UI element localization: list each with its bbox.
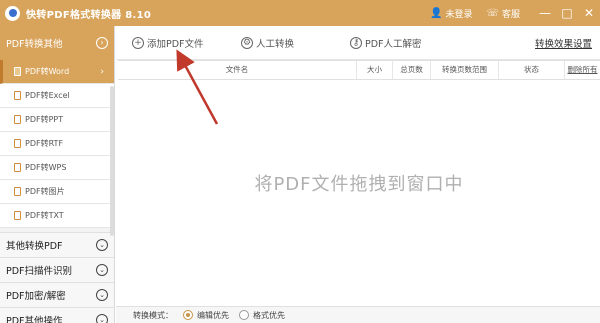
- format-priority-radio[interactable]: [239, 310, 249, 320]
- sidebar-item-label: PDF转TXT: [25, 211, 64, 220]
- conversion-mode-label: 转换模式：: [133, 310, 173, 320]
- sidebar-category-pdf-to-other[interactable]: PDF转换其他 ›: [0, 26, 114, 60]
- sidebar-category-other-operations[interactable]: PDF其他操作 ⌄: [0, 307, 114, 323]
- column-page-range[interactable]: 转换页数范围: [430, 61, 498, 79]
- chevron-down-icon: ⌄: [96, 289, 108, 301]
- chevron-right-icon: ›: [100, 66, 104, 77]
- sidebar-category-encrypt-decrypt[interactable]: PDF加密/解密 ⌄: [0, 282, 114, 307]
- sidebar-item-pdf-to-excel[interactable]: PDF转Excel: [0, 84, 114, 108]
- sidebar-item-label: PDF转WPS: [25, 163, 67, 172]
- edit-priority-radio[interactable]: [183, 310, 193, 320]
- sidebar-item-pdf-to-rtf[interactable]: PDF转RTF: [0, 132, 114, 156]
- sidebar-category-other-to-pdf[interactable]: 其他转换PDF ⌄: [0, 232, 114, 257]
- conversion-mode-bar: 转换模式： 编辑优先 格式优先: [116, 306, 600, 323]
- column-status[interactable]: 状态: [498, 61, 564, 79]
- file-icon: [14, 139, 21, 148]
- drop-zone-hint: 将PDF文件拖拽到窗口中: [254, 174, 464, 195]
- delete-all-link[interactable]: 删除所有: [564, 61, 600, 79]
- maximize-button[interactable]: □: [556, 6, 578, 20]
- file-table-header: 文件名 大小 总页数 转换页数范围 状态 删除所有: [118, 60, 600, 80]
- file-icon: [14, 67, 21, 76]
- manual-convert-button[interactable]: ⚙ 人工转换: [241, 36, 294, 50]
- chevron-down-icon: ⌄: [96, 239, 108, 251]
- manual-decrypt-label: PDF人工解密: [365, 39, 422, 50]
- add-pdf-file-label: 添加PDF文件: [147, 39, 204, 50]
- sidebar-item-label: PDF转Excel: [25, 91, 70, 100]
- sidebar-category-label: PDF扫描件识别: [6, 266, 73, 277]
- file-icon: [14, 163, 21, 172]
- service-button[interactable]: ☏ 客服: [486, 7, 520, 20]
- conversion-settings-link[interactable]: 转换效果设置: [535, 36, 592, 50]
- login-label: 未登录: [445, 9, 473, 20]
- sidebar: PDF转换其他 › PDF转Word › PDF转Excel PDF转PPT P…: [0, 26, 115, 323]
- format-priority-label: 格式优先: [253, 310, 285, 320]
- sidebar-item-label: PDF转图片: [25, 187, 65, 196]
- column-filename[interactable]: 文件名: [118, 61, 356, 79]
- sidebar-item-label: PDF转Word: [25, 67, 70, 76]
- sidebar-header-label: PDF转换其他: [6, 39, 63, 50]
- edit-priority-label: 编辑优先: [197, 310, 229, 320]
- file-icon: [14, 211, 21, 220]
- sidebar-category-scan-ocr[interactable]: PDF扫描件识别 ⌄: [0, 257, 114, 282]
- close-button[interactable]: ✕: [578, 6, 600, 20]
- sidebar-category-label: PDF加密/解密: [6, 291, 66, 302]
- sidebar-scrollbar[interactable]: [110, 86, 114, 236]
- sidebar-category-label: PDF其他操作: [6, 316, 63, 323]
- chevron-down-icon: ⌄: [96, 314, 108, 323]
- sidebar-item-pdf-to-ppt[interactable]: PDF转PPT: [0, 108, 114, 132]
- sidebar-item-pdf-to-image[interactable]: PDF转图片: [0, 180, 114, 204]
- app-title: 快转PDF格式转换器 8.10: [26, 9, 152, 21]
- sidebar-category-label: 其他转换PDF: [6, 241, 63, 252]
- sidebar-item-pdf-to-wps[interactable]: PDF转WPS: [0, 156, 114, 180]
- app-logo-icon: [5, 5, 20, 21]
- user-icon: 👤: [430, 7, 443, 19]
- chevron-down-icon: ⌄: [96, 264, 108, 276]
- add-pdf-file-button[interactable]: + 添加PDF文件: [132, 36, 204, 50]
- manual-convert-label: 人工转换: [256, 39, 295, 50]
- headset-icon: ☏: [486, 7, 499, 19]
- plus-circle-icon: +: [132, 37, 144, 49]
- title-bar: 快转PDF格式转换器 8.10 👤 未登录 ☏ 客服 — □ ✕: [0, 0, 600, 26]
- file-icon: [14, 91, 21, 100]
- minimize-button[interactable]: —: [534, 6, 556, 20]
- column-pages[interactable]: 总页数: [392, 61, 430, 79]
- sidebar-item-label: PDF转PPT: [25, 115, 64, 124]
- column-size[interactable]: 大小: [356, 61, 392, 79]
- file-icon: [14, 115, 21, 124]
- key-icon: ⚷: [350, 37, 362, 49]
- file-icon: [14, 187, 21, 196]
- chevron-right-icon: ›: [96, 37, 108, 49]
- sidebar-item-label: PDF转RTF: [25, 139, 64, 148]
- toolbar: + 添加PDF文件 ⚙ 人工转换 ⚷ PDF人工解密 转换效果设置: [116, 26, 600, 60]
- manual-decrypt-button[interactable]: ⚷ PDF人工解密: [350, 36, 422, 50]
- login-button[interactable]: 👤 未登录: [430, 7, 472, 20]
- service-label: 客服: [501, 9, 520, 20]
- sidebar-item-pdf-to-word[interactable]: PDF转Word ›: [0, 60, 114, 84]
- wrench-icon: ⚙: [241, 37, 253, 49]
- sidebar-item-pdf-to-txt[interactable]: PDF转TXT: [0, 204, 114, 228]
